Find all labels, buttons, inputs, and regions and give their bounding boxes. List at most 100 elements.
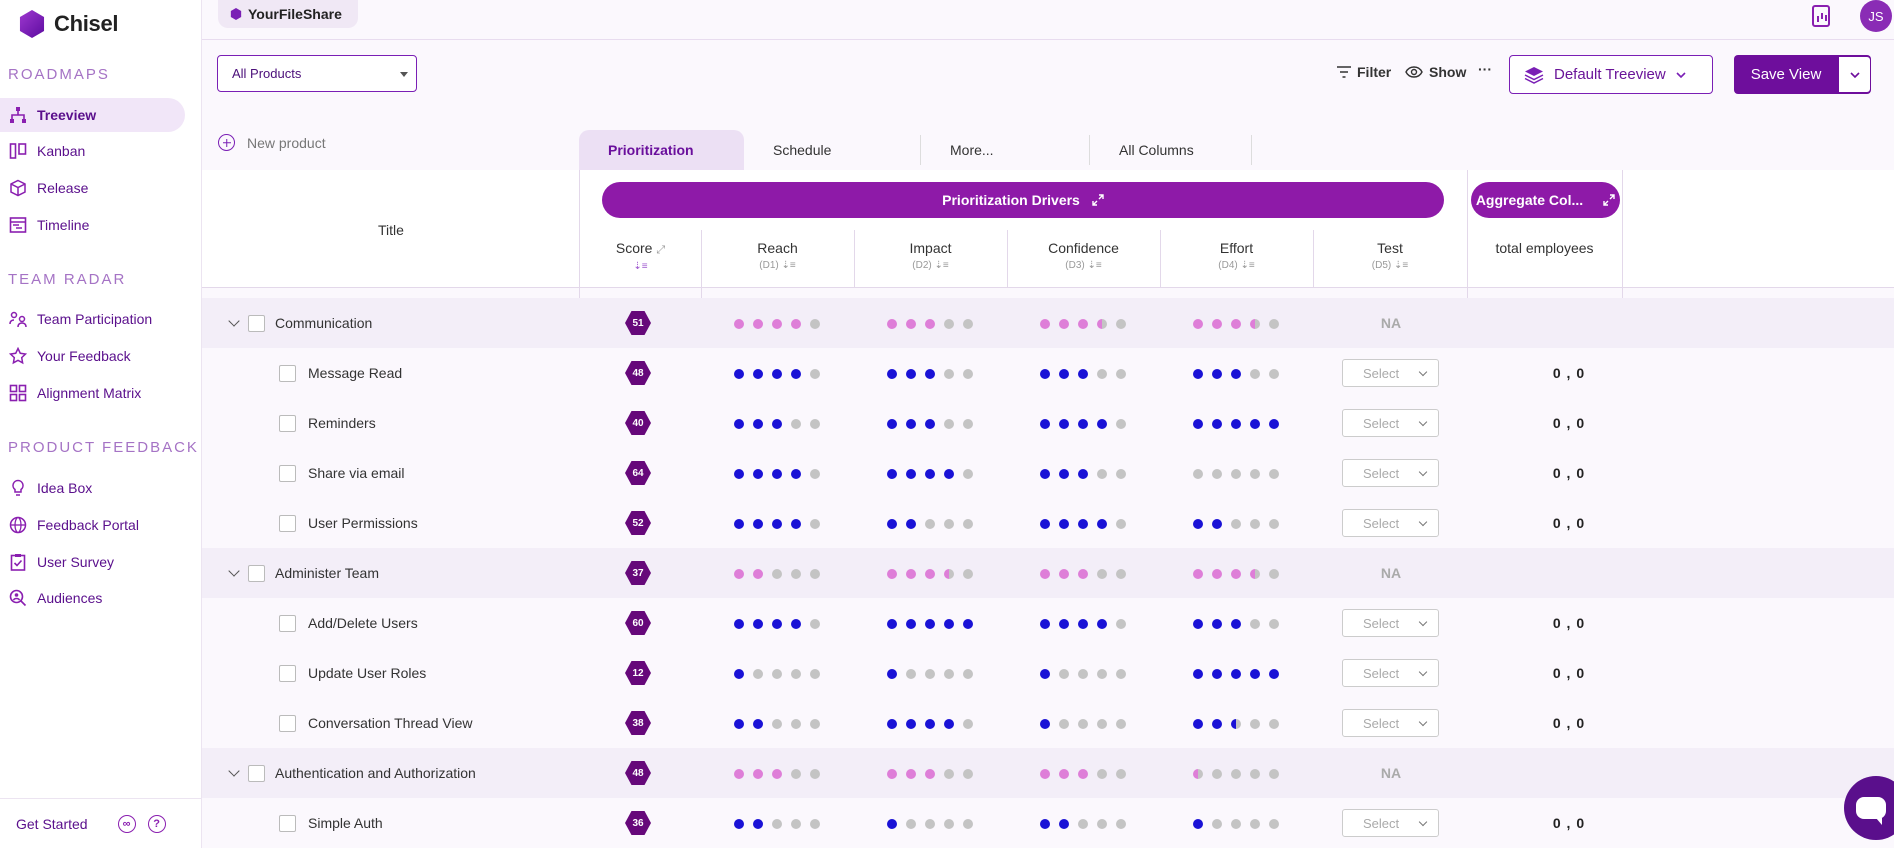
rating-dot[interactable] (734, 719, 744, 729)
rating-dot[interactable] (1116, 819, 1126, 829)
rating-dot[interactable] (1116, 419, 1126, 429)
test-select[interactable]: Select (1342, 609, 1439, 637)
rating-dot[interactable] (1231, 619, 1241, 629)
rating-dot[interactable] (791, 719, 801, 729)
chevron-down-icon[interactable] (228, 315, 240, 327)
impact-rating[interactable] (887, 469, 973, 479)
rating-dot[interactable] (791, 619, 801, 629)
rating-dot[interactable] (925, 469, 935, 479)
rating-dot[interactable] (1250, 769, 1260, 779)
rating-dot[interactable] (1059, 769, 1069, 779)
rating-dot[interactable] (791, 519, 801, 529)
impact-column-header[interactable]: Impact (D2) ⇣≡ (854, 240, 1007, 271)
rating-dot[interactable] (810, 319, 820, 329)
rating-dot[interactable] (810, 619, 820, 629)
rating-dot[interactable] (963, 369, 973, 379)
confidence-rating[interactable] (1040, 569, 1126, 579)
rating-dot[interactable] (753, 519, 763, 529)
rating-dot[interactable] (944, 419, 954, 429)
help-icon[interactable]: ? (147, 814, 166, 833)
confidence-rating[interactable] (1040, 769, 1126, 779)
rating-dot[interactable] (753, 769, 763, 779)
rating-dot[interactable] (734, 619, 744, 629)
rating-dot[interactable] (1231, 569, 1241, 579)
rating-dot[interactable] (963, 719, 973, 729)
report-icon[interactable] (1812, 5, 1830, 27)
confidence-rating[interactable] (1040, 669, 1126, 679)
test-select[interactable]: Select (1342, 409, 1439, 437)
rating-dot[interactable] (906, 519, 916, 529)
rating-dot[interactable] (1097, 819, 1107, 829)
tab-prioritization[interactable]: Prioritization (579, 130, 744, 170)
reach-rating[interactable] (734, 769, 820, 779)
view-select[interactable]: Default Treeview (1509, 55, 1713, 94)
reach-rating[interactable] (734, 719, 820, 729)
rating-dot[interactable] (1269, 719, 1279, 729)
row-checkbox[interactable] (279, 515, 296, 532)
rating-dot[interactable] (963, 619, 973, 629)
total-employees-column-header[interactable]: total employees (1467, 240, 1622, 256)
rating-dot[interactable] (1040, 719, 1050, 729)
rating-dot[interactable] (1097, 619, 1107, 629)
rating-dot[interactable] (1040, 769, 1050, 779)
rating-dot[interactable] (772, 569, 782, 579)
rating-dot[interactable] (944, 569, 954, 579)
rating-dot[interactable] (753, 469, 763, 479)
reach-rating[interactable] (734, 669, 820, 679)
rating-dot[interactable] (1231, 369, 1241, 379)
table-row[interactable]: User Permissions 52 Select 0 , 0 (202, 498, 1894, 548)
rating-dot[interactable] (772, 469, 782, 479)
effort-rating[interactable] (1193, 669, 1279, 679)
effort-rating[interactable] (1193, 819, 1279, 829)
rating-dot[interactable] (1193, 719, 1203, 729)
row-checkbox[interactable] (248, 765, 265, 782)
row-title[interactable]: Update User Roles (308, 665, 426, 681)
rating-dot[interactable] (944, 619, 954, 629)
sort-icon[interactable]: ⇣≡ (935, 260, 949, 271)
effort-rating[interactable] (1193, 369, 1279, 379)
rating-dot[interactable] (944, 469, 954, 479)
rating-dot[interactable] (906, 469, 916, 479)
rating-dot[interactable] (1212, 669, 1222, 679)
rating-dot[interactable] (772, 769, 782, 779)
row-checkbox[interactable] (248, 315, 265, 332)
sort-icon[interactable]: ⇣≡ (1394, 260, 1408, 271)
row-title[interactable]: Administer Team (275, 565, 379, 581)
rating-dot[interactable] (1212, 819, 1222, 829)
sidebar-item-audiences[interactable]: Audiences (0, 581, 185, 615)
effort-rating[interactable] (1193, 319, 1279, 329)
rating-dot[interactable] (810, 519, 820, 529)
rating-dot[interactable] (791, 369, 801, 379)
rating-dot[interactable] (1250, 419, 1260, 429)
rating-dot[interactable] (1040, 569, 1050, 579)
rating-dot[interactable] (753, 619, 763, 629)
rating-dot[interactable] (1078, 619, 1088, 629)
rating-dot[interactable] (1193, 819, 1203, 829)
table-group-row[interactable]: Authentication and Authorization 48 NA (202, 748, 1894, 798)
get-started-link[interactable]: Get Started (16, 816, 88, 832)
sidebar-item-timeline[interactable]: Timeline (0, 208, 185, 242)
rating-dot[interactable] (925, 369, 935, 379)
impact-rating[interactable] (887, 519, 973, 529)
rating-dot[interactable] (1231, 519, 1241, 529)
more-options-button[interactable]: ··· (1478, 61, 1492, 77)
rating-dot[interactable] (1250, 319, 1260, 329)
rating-dot[interactable] (963, 519, 973, 529)
sidebar-item-kanban[interactable]: Kanban (0, 134, 185, 168)
rating-dot[interactable] (1059, 719, 1069, 729)
show-button[interactable]: Show (1405, 64, 1466, 80)
confidence-rating[interactable] (1040, 369, 1126, 379)
rating-dot[interactable] (1231, 769, 1241, 779)
rating-dot[interactable] (1040, 319, 1050, 329)
sidebar-item-your-feedback[interactable]: Your Feedback (0, 339, 185, 373)
tab-more[interactable]: More... (921, 135, 1090, 165)
rating-dot[interactable] (963, 819, 973, 829)
rating-dot[interactable] (1097, 719, 1107, 729)
rating-dot[interactable] (734, 419, 744, 429)
tab-all-columns[interactable]: All Columns (1090, 135, 1252, 165)
test-column-header[interactable]: Test (D5) ⇣≡ (1313, 240, 1467, 271)
confidence-column-header[interactable]: Confidence (D3) ⇣≡ (1007, 240, 1160, 271)
effort-rating[interactable] (1193, 519, 1279, 529)
table-row[interactable]: Add/Delete Users 60 Select 0 , 0 (202, 598, 1894, 648)
rating-dot[interactable] (753, 319, 763, 329)
